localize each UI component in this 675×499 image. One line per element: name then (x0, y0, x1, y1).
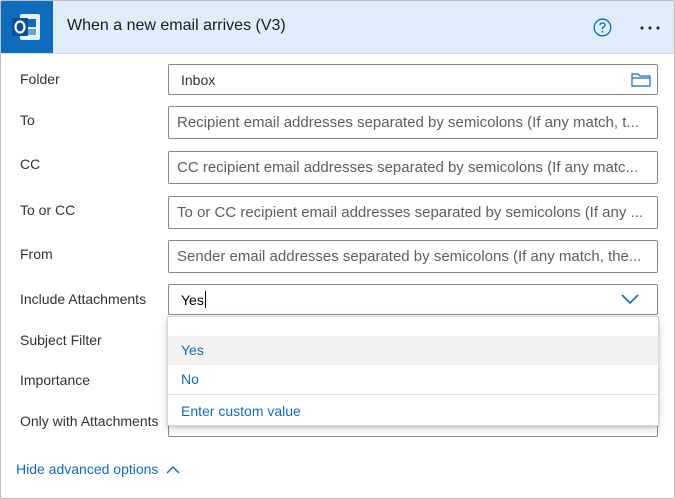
chevron-down-icon[interactable] (621, 294, 639, 305)
chevron-up-icon (166, 465, 180, 473)
cc-field[interactable] (168, 151, 658, 184)
to-label: To (20, 112, 35, 128)
dropdown-divider (168, 394, 658, 395)
importance-label: Importance (20, 372, 91, 388)
text-caret (205, 291, 206, 308)
trigger-card: When a new email arrives (V3) Folder To … (0, 0, 675, 499)
card-header[interactable]: When a new email arrives (V3) (1, 1, 674, 54)
include-attachments-label: Include Attachments (20, 291, 147, 307)
dropdown-option-no[interactable]: No (168, 365, 658, 394)
to-or-cc-field[interactable] (168, 196, 658, 229)
more-options-icon[interactable] (634, 18, 664, 38)
outlook-logo-icon (1, 1, 53, 53)
subject-filter-label: Subject Filter (20, 332, 102, 348)
to-field[interactable] (168, 106, 658, 139)
folder-label: Folder (20, 71, 60, 87)
trigger-title: When a new email arrives (V3) (67, 17, 286, 34)
include-attachments-dropdown: Yes No Enter custom value (167, 316, 659, 426)
cc-label: CC (20, 156, 41, 172)
from-label: From (20, 246, 53, 262)
to-or-cc-label: To or CC (20, 202, 76, 218)
dropdown-option-custom[interactable]: Enter custom value (168, 397, 658, 426)
from-field[interactable] (168, 240, 658, 273)
only-with-attachments-label: Only with Attachments (20, 413, 159, 429)
help-icon[interactable] (593, 18, 612, 37)
hide-advanced-options-label: Hide advanced options (16, 461, 159, 477)
dropdown-option-yes[interactable]: Yes (168, 336, 658, 365)
include-attachments-value: Yes (181, 292, 204, 308)
include-attachments-select[interactable]: Yes (168, 284, 658, 315)
folder-icon[interactable] (631, 71, 651, 87)
hide-advanced-options-link[interactable]: Hide advanced options (16, 461, 180, 477)
folder-field[interactable] (168, 64, 658, 95)
